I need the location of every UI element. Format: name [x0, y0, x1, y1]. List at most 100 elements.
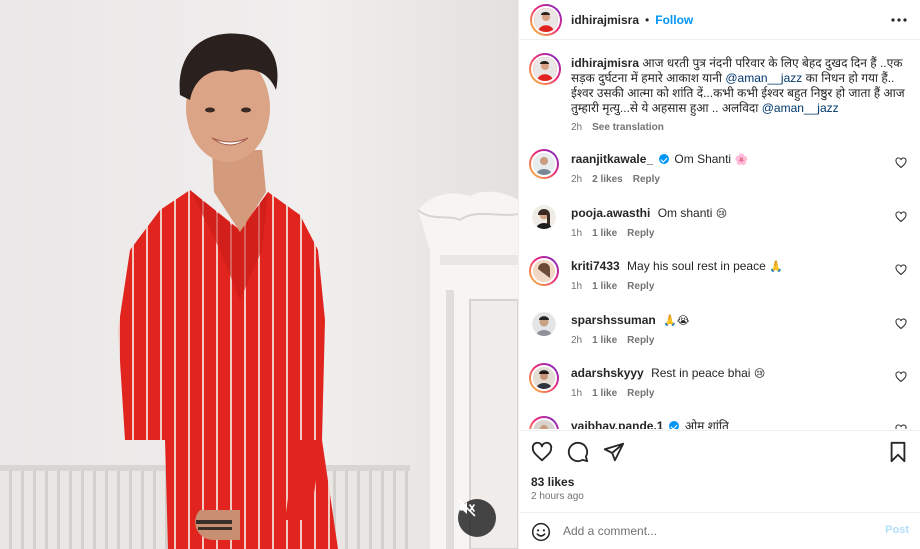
comment-text: Om Shanti	[674, 152, 732, 166]
comment-likes[interactable]: 1 like	[592, 333, 617, 348]
comment-username[interactable]: sparshssuman	[571, 313, 656, 327]
comment-emoji: 🙏	[769, 260, 783, 273]
verified-badge-icon	[659, 154, 670, 164]
comment-meta: 2h 1 like Reply	[571, 333, 891, 348]
mute-button[interactable]	[458, 499, 496, 537]
likes-count[interactable]: 83 likes	[531, 475, 574, 489]
commenter-avatar[interactable]	[529, 363, 559, 393]
caption-mention-1[interactable]: @aman__jazz	[725, 71, 802, 85]
post-actions: 83 likes 2 hours ago	[519, 430, 920, 512]
comment-composer: Post	[519, 512, 920, 549]
comment-likes[interactable]: 1 like	[592, 386, 617, 401]
heart-icon[interactable]	[895, 424, 907, 429]
comment-likes[interactable]: 1 like	[592, 279, 617, 294]
comment-username[interactable]: vaibhav.pande.1	[571, 419, 663, 429]
heart-icon[interactable]	[895, 318, 907, 330]
more-options-button[interactable]	[889, 12, 909, 28]
bookmark-icon[interactable]	[887, 441, 909, 463]
commenter-avatar[interactable]	[529, 416, 559, 429]
heart-icon[interactable]	[531, 441, 553, 463]
reply-button[interactable]: Reply	[627, 226, 654, 241]
emoji-icon[interactable]	[531, 522, 551, 542]
caption-avatar-image	[533, 57, 557, 81]
post-header: idhirajmisra • Follow	[519, 0, 920, 40]
verified-badge-icon	[669, 421, 680, 429]
author-username[interactable]: idhirajmisra	[571, 13, 639, 27]
post-photo	[0, 0, 518, 549]
comment-text: Rest in peace bhai	[651, 366, 751, 380]
commenter-avatar-image	[532, 205, 556, 229]
reply-button[interactable]: Reply	[627, 279, 654, 294]
commenter-avatar-image	[532, 312, 556, 336]
comment-body: raanjitkawale_ Om Shanti 🌸 2h 2 likes Re…	[571, 152, 891, 187]
comment-text: May his soul rest in peace	[627, 259, 766, 273]
reply-button[interactable]: Reply	[627, 333, 654, 348]
post-viewer: idhirajmisra • Follow idhirajmisra आज धर…	[0, 0, 920, 549]
commenter-avatar[interactable]	[532, 205, 556, 229]
muted-speaker-icon	[458, 499, 476, 517]
commenter-avatar-image	[533, 153, 555, 175]
post-media[interactable]	[0, 0, 518, 549]
comment-icon[interactable]	[567, 441, 589, 463]
comment-username[interactable]: raanjitkawale_	[571, 152, 653, 166]
commenter-avatar[interactable]	[532, 312, 556, 336]
comment-meta: 1h 1 like Reply	[571, 279, 891, 294]
comment-username[interactable]: pooja.awasthi	[571, 206, 650, 220]
comment-body: vaibhav.pande.1 ओम शांति	[571, 419, 891, 429]
header-user: idhirajmisra • Follow	[571, 13, 693, 27]
comment-likes[interactable]: 2 likes	[592, 172, 623, 187]
heart-icon[interactable]	[895, 211, 907, 223]
post-comment-button[interactable]: Post	[885, 524, 909, 536]
share-icon[interactable]	[603, 441, 625, 463]
commenter-avatar[interactable]	[529, 256, 559, 286]
caption-meta: 2h See translation	[571, 120, 911, 135]
commenter-avatar-image	[533, 260, 555, 282]
comment-body: kriti7433 May his soul rest in peace 🙏 1…	[571, 259, 891, 294]
caption-avatar[interactable]	[529, 53, 561, 85]
comment-username[interactable]: kriti7433	[571, 259, 620, 273]
comment-text: ओम शांति	[684, 419, 729, 429]
comment-time: 1h	[571, 281, 583, 292]
comment-item: adarshskyyy Rest in peace bhai 😢 1h 1 li…	[529, 363, 919, 407]
author-avatar[interactable]	[530, 4, 562, 36]
commenter-avatar-image	[533, 367, 555, 389]
post-panel: idhirajmisra • Follow idhirajmisra आज धर…	[518, 0, 920, 549]
caption-time: 2h	[571, 122, 583, 133]
comments-list[interactable]: idhirajmisra आज धरती पुत्र नंदनी परिवार …	[519, 41, 920, 429]
comment-likes[interactable]: 1 like	[592, 226, 617, 241]
commenter-avatar-image	[533, 420, 555, 429]
more-options-icon	[891, 18, 907, 22]
heart-icon[interactable]	[895, 264, 907, 276]
heart-icon[interactable]	[895, 371, 907, 383]
separator-dot: •	[645, 13, 650, 27]
comment-emoji: 🙏😭	[663, 314, 690, 327]
comment-time: 2h	[571, 174, 583, 185]
author-avatar-image	[534, 8, 558, 32]
comment-body: pooja.awasthi Om shanti 😢 1h 1 like Repl…	[571, 206, 891, 241]
follow-button[interactable]: Follow	[655, 13, 693, 27]
comment-input[interactable]	[563, 521, 863, 541]
comment-item: sparshssuman 🙏😭 2h 1 like Reply	[529, 310, 919, 354]
comment-body: sparshssuman 🙏😭 2h 1 like Reply	[571, 313, 891, 348]
comment-time: 1h	[571, 388, 583, 399]
comment-emoji: 🌸	[734, 153, 749, 166]
caption-username[interactable]: idhirajmisra	[571, 56, 639, 70]
comment-time: 2h	[571, 335, 583, 346]
comment-meta: 2h 2 likes Reply	[571, 172, 891, 187]
comment-meta: 1h 1 like Reply	[571, 386, 891, 401]
reply-button[interactable]: Reply	[627, 386, 654, 401]
heart-icon[interactable]	[895, 157, 907, 169]
comment-item: raanjitkawale_ Om Shanti 🌸 2h 2 likes Re…	[529, 149, 919, 193]
comment-text: Om shanti	[657, 206, 713, 220]
commenter-avatar[interactable]	[529, 149, 559, 179]
caption-mention-2[interactable]: @aman__jazz	[762, 101, 839, 115]
comment-item: pooja.awasthi Om shanti 😢 1h 1 like Repl…	[529, 203, 919, 247]
comment-item: vaibhav.pande.1 ओम शांति	[529, 416, 919, 429]
reply-button[interactable]: Reply	[633, 172, 660, 187]
post-timestamp: 2 hours ago	[531, 491, 584, 502]
comment-item: kriti7433 May his soul rest in peace 🙏 1…	[529, 256, 919, 300]
action-icons	[531, 441, 625, 463]
comment-username[interactable]: adarshskyyy	[571, 366, 644, 380]
see-translation-button[interactable]: See translation	[592, 120, 664, 135]
comment-emoji: 😢	[715, 207, 728, 220]
